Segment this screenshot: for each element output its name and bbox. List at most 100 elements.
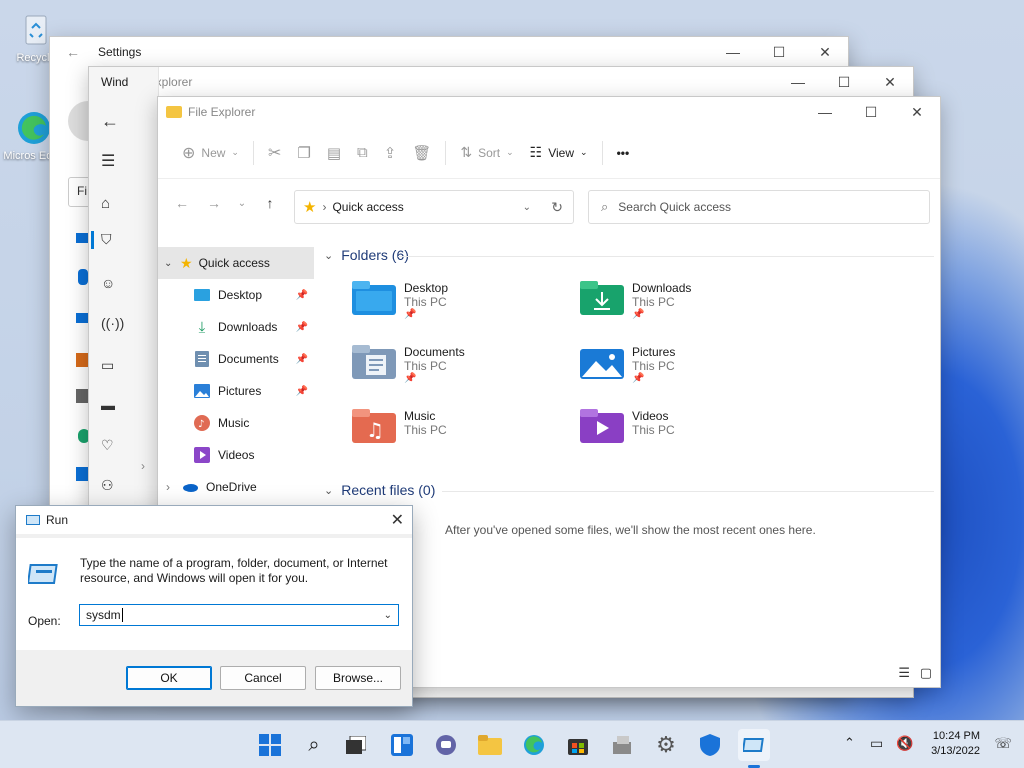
folder-tile-videos[interactable]: Videos This PC [580, 409, 800, 465]
chevron-down-icon: ⌄ [237, 197, 247, 209]
minimize-button[interactable]: — [802, 97, 848, 127]
chevron-down-icon[interactable]: ⌄ [523, 202, 531, 213]
shield-icon[interactable]: ⛉ [101, 231, 112, 248]
chevron-right-icon[interactable]: › [141, 459, 145, 473]
refresh-icon[interactable]: ↻ [551, 199, 563, 216]
forward-button[interactable]: → [198, 187, 230, 219]
run-body: Type the name of a program, folder, docu… [16, 538, 412, 650]
pin-icon: 📌 [404, 309, 417, 320]
family-icon[interactable]: ⚇ [101, 477, 114, 494]
videos-folder-icon [194, 447, 210, 463]
hamburger-menu-icon[interactable]: ☰ [101, 151, 115, 171]
search-icon[interactable]: ⌕ [298, 729, 330, 761]
volume-muted-icon[interactable]: 🔇 [896, 735, 913, 752]
browse-button[interactable]: Browse... [315, 666, 401, 690]
sort-button[interactable]: ⇅ Sort ⌄ [452, 137, 521, 169]
start-icon[interactable] [254, 729, 286, 761]
minimize-button[interactable]: — [710, 37, 756, 67]
person-icon[interactable]: ☺ [101, 275, 115, 291]
settings-titlebar[interactable]: ← Settings — ☐ ✕ [50, 37, 848, 67]
open-combobox[interactable]: sysdm ⌄ [79, 604, 399, 626]
copy-button[interactable]: ❐ [289, 137, 318, 169]
minimize-button[interactable]: — [775, 67, 821, 97]
folder-tile-desktop[interactable]: Desktop This PC 📌 [352, 281, 572, 337]
more-options-button[interactable]: ••• [609, 137, 638, 169]
open-input[interactable]: sysdm [86, 608, 121, 622]
svg-text:♫: ♫ [366, 418, 384, 442]
close-button[interactable]: ✕ [867, 67, 913, 97]
recent-section-header[interactable]: ⌄ Recent files (0) [324, 482, 435, 498]
run-icon[interactable] [738, 729, 770, 761]
rename-button[interactable]: ⧉ [349, 137, 376, 169]
wireless-icon[interactable]: ((·)) [101, 315, 124, 331]
cancel-button[interactable]: Cancel [220, 666, 306, 690]
notifications-icon[interactable]: ☏ [994, 735, 1012, 752]
view-button[interactable]: ☷ View ⌄ [522, 137, 596, 169]
view-list-icon: ☷ [529, 144, 543, 160]
clock[interactable]: 10:24 PM 3/13/2022 [931, 729, 980, 759]
search-box[interactable]: ⌕ Search Quick access [588, 190, 930, 224]
up-button[interactable]: ↑ [254, 187, 286, 219]
chevron-down-icon: ⌄ [324, 484, 334, 497]
back-button[interactable]: ← [166, 187, 198, 219]
maximize-button[interactable]: ☐ [821, 67, 867, 97]
laptop-icon[interactable]: ▬ [101, 397, 115, 413]
health-icon[interactable]: ♡ [101, 437, 114, 454]
close-button[interactable]: ✕ [802, 37, 848, 67]
close-button[interactable]: ✕ [894, 97, 940, 127]
home-icon[interactable]: ⌂ [101, 195, 110, 212]
clipboard-icon: ▤ [326, 144, 342, 162]
nav-item-onedrive[interactable]: › OneDrive [158, 471, 314, 503]
chevron-up-icon[interactable]: ⌃ [844, 735, 855, 751]
ok-button[interactable]: OK [126, 666, 212, 690]
address-bar[interactable]: ★ › Quick access ⌄ ↻ [294, 190, 574, 224]
star-icon: ★ [180, 254, 193, 271]
file-explorer-icon[interactable] [474, 729, 506, 761]
bluetooth-icon[interactable] [78, 269, 88, 285]
run-dialog[interactable]: Run ✕ Type the name of a program, folder… [15, 505, 413, 707]
pin-icon: 📌 [295, 321, 308, 333]
delete-button[interactable]: 🗑 [404, 137, 439, 169]
chevron-down-icon[interactable]: ⌄ [384, 610, 392, 621]
explorer-titlebar[interactable]: File Explorer — ☐ ✕ [158, 97, 940, 127]
chevron-right-icon: › [166, 480, 170, 494]
control-panel-icon[interactable] [606, 729, 638, 761]
new-button[interactable]: ⊕ New ⌄ [174, 137, 247, 169]
nav-item-music[interactable]: ♪ Music [158, 407, 314, 439]
details-view-icon[interactable]: ☰ [898, 665, 910, 681]
nav-item-downloads[interactable]: ⤓ Downloads 📌 [158, 311, 314, 343]
run-titlebar[interactable]: Run ✕ [16, 506, 412, 534]
nav-item-videos[interactable]: Videos [158, 439, 314, 471]
recent-locations-button[interactable]: ⌄ [230, 187, 254, 219]
folders-section-header[interactable]: ⌄ Folders (6) [324, 247, 409, 263]
cut-button[interactable]: ✂ [260, 137, 289, 169]
security-icon[interactable] [694, 729, 726, 761]
folder-tile-downloads[interactable]: Downloads This PC 📌 [580, 281, 800, 337]
nav-quick-access[interactable]: ⌄ ★ Quick access [158, 247, 314, 279]
pin-icon: 📌 [404, 373, 417, 384]
back-arrow-icon[interactable]: ← [101, 111, 119, 132]
tiles-view-icon[interactable]: ▢ [920, 665, 932, 681]
maximize-button[interactable]: ☐ [756, 37, 802, 67]
folder-tile-music[interactable]: ♫ Music This PC [352, 409, 572, 465]
browser-icon[interactable]: ▭ [101, 357, 114, 374]
folder-tile-documents[interactable]: Documents This PC 📌 [352, 345, 572, 401]
explorer-back-titlebar[interactable]: File Explorer — ☐ ✕ [89, 67, 913, 97]
folder-tile-pictures[interactable]: Pictures This PC 📌 [580, 345, 800, 401]
clock-date: 3/13/2022 [931, 745, 980, 757]
network-status-icon[interactable]: ▭ [870, 735, 883, 752]
nav-item-documents[interactable]: Documents 📌 [158, 343, 314, 375]
settings-icon[interactable]: ⚙ [650, 729, 682, 761]
store-icon[interactable] [562, 729, 594, 761]
task-view-icon[interactable] [340, 729, 372, 761]
nav-item-desktop[interactable]: Desktop 📌 [158, 279, 314, 311]
close-button[interactable]: ✕ [391, 510, 404, 530]
nav-item-pictures[interactable]: Pictures 📌 [158, 375, 314, 407]
share-button[interactable]: ⇪ [376, 137, 405, 169]
widgets-icon[interactable] [386, 729, 418, 761]
edge-icon[interactable] [518, 729, 550, 761]
teams-chat-icon[interactable] [430, 729, 462, 761]
back-arrow-icon[interactable]: ← [66, 44, 80, 60]
paste-button[interactable]: ▤ [319, 137, 349, 169]
maximize-button[interactable]: ☐ [848, 97, 894, 127]
